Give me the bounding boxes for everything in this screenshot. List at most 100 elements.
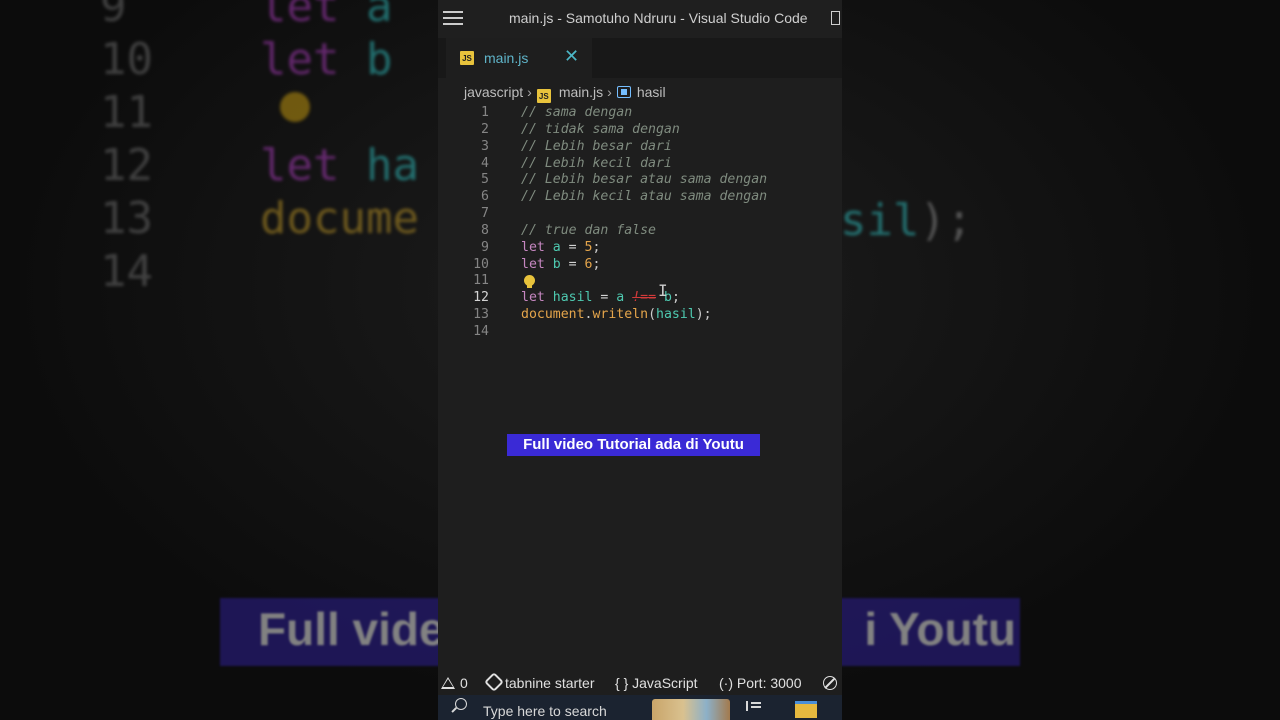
code-line[interactable]: 14 xyxy=(438,324,842,341)
tabnine-icon xyxy=(484,672,504,692)
line-number: 11 xyxy=(473,273,489,289)
code-text: let b = 6; xyxy=(521,257,600,274)
background-line-number: 12 xyxy=(100,140,153,191)
problems-indicator[interactable]: 0 xyxy=(441,675,468,691)
background-code-line: 12 let ha xyxy=(100,139,419,192)
tab-label: main.js xyxy=(484,50,529,66)
code-line[interactable]: 6 // Lebih kecil atau sama dengan xyxy=(438,189,842,206)
background-code-line: 14 xyxy=(100,245,419,298)
tabnine-label: tabnine starter xyxy=(505,675,595,691)
code-line[interactable]: 4 // Lebih kecil dari xyxy=(438,156,842,173)
tutorial-banner: Full video Tutorial ada di Youtu xyxy=(507,434,760,456)
task-view-icon[interactable] xyxy=(746,701,764,711)
layout-toggle-icon[interactable] xyxy=(831,11,840,25)
background-lightbulb-icon xyxy=(280,92,310,122)
code-token: = xyxy=(560,256,585,272)
chevron-right-icon: › xyxy=(527,84,532,100)
code-token: // sama dengan xyxy=(521,105,633,120)
code-line[interactable]: 12 let hasil = a !== b; I xyxy=(438,282,842,307)
code-text: // true dan false xyxy=(521,223,656,240)
code-editor[interactable]: 1 // sama dengan 2 // tidak sama dengan 3 // … xyxy=(438,105,842,341)
code-line[interactable]: 8 // true dan false xyxy=(438,223,842,240)
code-token: // true dan false xyxy=(521,222,656,238)
code-token: let xyxy=(521,256,553,272)
code-token: ; xyxy=(671,290,680,306)
windows-taskbar: Type here to search xyxy=(438,695,842,720)
code-line[interactable]: 9 let a = 5; xyxy=(438,240,842,257)
code-text: // sama dengan xyxy=(521,105,632,122)
code-text: // tidak sama dengan xyxy=(521,122,680,139)
search-icon[interactable] xyxy=(455,698,467,710)
background-code-token: let xyxy=(260,34,366,85)
breadcrumb-symbol[interactable]: hasil xyxy=(637,84,666,100)
live-server-port[interactable]: (·) Port: 3000 xyxy=(719,675,802,691)
background-code-line: 11 xyxy=(100,86,419,139)
code-line[interactable]: 5 // Lebih besar atau sama dengan xyxy=(438,172,842,189)
code-line[interactable]: 7 xyxy=(438,206,842,223)
line-number: 12 xyxy=(473,290,489,306)
code-text: // Lebih kecil dari xyxy=(521,156,672,173)
code-line[interactable]: 13 document.writeln(hasil); xyxy=(438,307,842,324)
background-line-number: 9 xyxy=(100,0,127,32)
tabnine-status[interactable]: tabnine starter xyxy=(484,672,595,692)
close-icon[interactable]: ✕ xyxy=(564,46,579,67)
code-token: hasil xyxy=(656,307,696,323)
code-token: a xyxy=(552,239,561,255)
code-token: = xyxy=(592,290,617,306)
code-token: // Lebih kecil atau sama dengan xyxy=(521,189,768,205)
code-token: // tidak sama dengan xyxy=(521,121,680,137)
code-text: // Lebih besar dari xyxy=(521,139,672,156)
line-number: 2 xyxy=(481,121,489,137)
code-line[interactable]: 1 // sama dengan xyxy=(438,105,842,122)
status-bar: 0 tabnine starter { } JavaScript (·) Por… xyxy=(438,671,842,695)
code-token: ); xyxy=(695,307,712,323)
line-number: 7 xyxy=(481,206,489,222)
line-number: 14 xyxy=(473,323,489,339)
code-text: // Lebih kecil atau sama dengan xyxy=(521,189,767,206)
code-line[interactable]: 2 // tidak sama dengan xyxy=(438,122,842,139)
breadcrumb-folder[interactable]: javascript xyxy=(464,84,523,100)
breadcrumb: javascript › JS main.js › hasil xyxy=(464,84,666,103)
variable-symbol-icon xyxy=(616,86,631,98)
line-number: 10 xyxy=(473,256,489,272)
text-cursor-icon: I xyxy=(658,281,668,301)
code-line[interactable]: 3 // Lebih besar dari xyxy=(438,139,842,156)
file-explorer-icon[interactable] xyxy=(795,701,817,718)
line-number: 3 xyxy=(481,138,489,154)
background-code-line: 9 let a xyxy=(100,0,419,33)
language-mode[interactable]: { } JavaScript xyxy=(615,675,698,691)
tab-main-js[interactable]: JS main.js ✕ xyxy=(446,38,592,78)
background-code-token: ha xyxy=(365,140,419,191)
taskbar-search-input[interactable]: Type here to search xyxy=(483,703,607,719)
problems-count: 0 xyxy=(460,675,468,691)
background-code-zoom: 9 let a 10 let b 11 12 let ha 13 docume 14 xyxy=(100,0,419,298)
javascript-file-icon: JS xyxy=(536,89,551,103)
background-line-number: 11 xyxy=(100,87,153,138)
line-number: 1 xyxy=(481,105,489,120)
background-line-number: 10 xyxy=(100,34,153,85)
lightbulb-icon[interactable] xyxy=(524,275,535,289)
search-highlight-image[interactable] xyxy=(652,699,730,720)
background-code-token: a xyxy=(365,0,393,32)
line-number: 5 xyxy=(481,172,489,188)
code-token: !== xyxy=(632,290,657,306)
code-token: b xyxy=(552,256,561,272)
tab-bar: JS main.js ✕ xyxy=(438,38,842,78)
title-bar: main.js - Samotuho Ndruru - Visual Studi… xyxy=(438,0,842,38)
warning-icon xyxy=(441,677,455,689)
code-token: // Lebih besar atau sama dengan xyxy=(521,172,768,188)
code-token: hasil xyxy=(552,290,593,306)
code-line[interactable]: 10 let b = 6; xyxy=(438,257,842,274)
hamburger-menu-icon[interactable] xyxy=(443,11,463,27)
line-number: 9 xyxy=(481,239,489,255)
background-banner-right-text: i Youtu xyxy=(864,603,1016,655)
code-text: document.writeln(hasil); xyxy=(521,307,712,324)
code-token: let xyxy=(521,290,553,306)
background-line-number: 13 xyxy=(100,193,153,244)
breadcrumb-file[interactable]: main.js xyxy=(559,84,603,100)
code-line[interactable]: 11 xyxy=(438,273,842,290)
notifications-disabled[interactable] xyxy=(823,675,837,691)
javascript-file-icon: JS xyxy=(460,51,474,65)
code-token: ; xyxy=(592,239,601,255)
